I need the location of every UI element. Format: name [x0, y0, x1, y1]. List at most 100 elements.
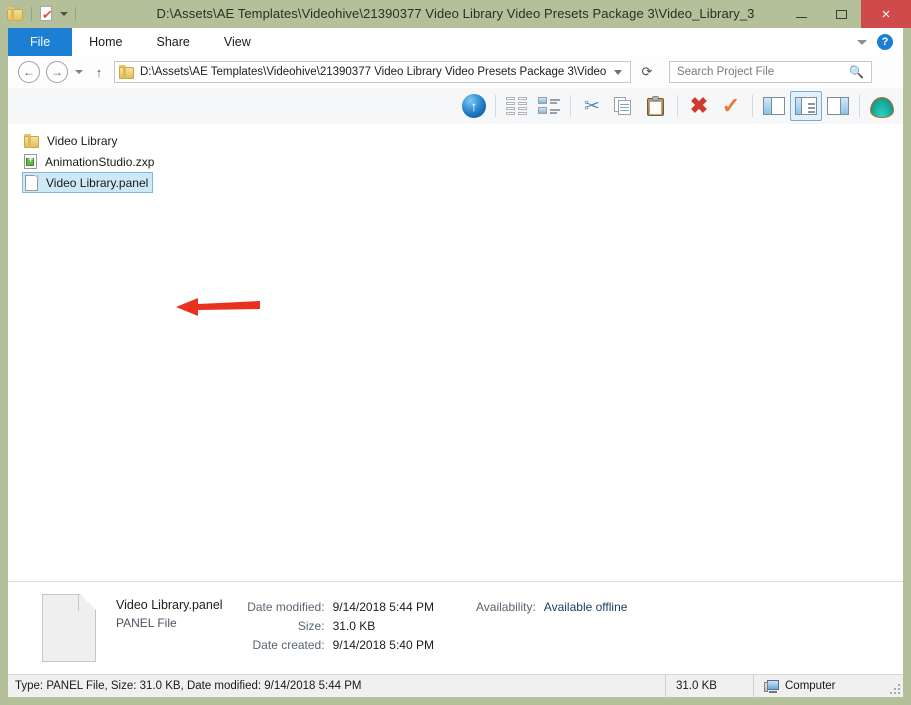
availability-value: Available offline: [543, 600, 628, 614]
list-view-button[interactable]: [501, 91, 533, 121]
copy-icon: [614, 96, 634, 116]
status-location-label: Computer: [785, 680, 836, 692]
address-input[interactable]: D:\Assets\AE Templates\Videohive\2139037…: [114, 61, 631, 83]
status-text: Type: PANEL File, Size: 31.0 KB, Date mo…: [15, 680, 362, 692]
folder-icon[interactable]: [7, 7, 24, 21]
chevron-down-icon[interactable]: [60, 12, 68, 16]
left-arrow-annotation-icon: [176, 298, 260, 316]
scissors-icon: ✂: [584, 95, 600, 117]
pane-left-icon: [763, 97, 785, 115]
cut-button[interactable]: ✂: [576, 91, 608, 121]
search-box[interactable]: Search Project File 🔍: [669, 61, 872, 83]
list-item[interactable]: Video Library: [8, 130, 903, 151]
qat-divider-2: [75, 7, 76, 21]
refresh-button[interactable]: ⟳: [634, 60, 660, 84]
maximize-icon: [835, 9, 847, 19]
details-view-button[interactable]: [533, 91, 565, 121]
file-name: Video Library.panel: [46, 175, 149, 190]
copy-button[interactable]: [608, 91, 640, 121]
blank-file-icon: [25, 174, 39, 191]
tab-home[interactable]: Home: [72, 28, 139, 56]
qat-divider: [31, 7, 32, 21]
file-name: Video Library: [47, 133, 118, 148]
forward-button[interactable]: →: [46, 61, 68, 83]
details-field-row: Date created: 9/14/2018 5:40 PM: [229, 636, 434, 655]
availability-label: Availability:: [475, 600, 536, 614]
minimize-icon: [795, 16, 807, 18]
toolbar-divider-4: [752, 95, 753, 117]
up-arrow-icon: ↑: [95, 64, 103, 80]
status-size: 31.0 KB: [665, 674, 753, 698]
toolbar-divider-2: [570, 95, 571, 117]
details-pane: Video Library.panel PANEL File Date modi…: [8, 581, 903, 674]
close-icon: ×: [881, 5, 891, 23]
details-primary: Video Library.panel PANEL File: [116, 598, 223, 630]
toolbar-divider-3: [677, 95, 678, 117]
search-input[interactable]: Search Project File: [670, 66, 849, 78]
folder-icon: [24, 133, 40, 148]
blank-file-icon-large: [42, 594, 96, 662]
close-button[interactable]: ×: [861, 0, 911, 28]
computer-icon: [764, 679, 779, 693]
chevron-down-icon[interactable]: [857, 39, 867, 45]
tab-share[interactable]: Share: [140, 28, 207, 56]
chevron-down-icon[interactable]: [614, 69, 622, 75]
orange-check-icon: ✓: [721, 93, 741, 118]
quick-access-toolbar: ✓: [0, 6, 83, 23]
red-x-icon: ✖: [689, 93, 709, 118]
minimize-button[interactable]: [781, 0, 821, 28]
upload-button[interactable]: ↑: [458, 91, 490, 121]
toolbar-divider-5: [859, 95, 860, 117]
teal-shell-icon: [870, 96, 894, 118]
paste-button[interactable]: [640, 91, 672, 121]
zxp-file-icon: [24, 153, 38, 170]
status-location: Computer: [753, 674, 903, 698]
tab-view[interactable]: View: [207, 28, 268, 56]
list-item[interactable]: AnimationStudio.zxp: [8, 151, 903, 172]
status-bar: Type: PANEL File, Size: 31.0 KB, Date mo…: [8, 674, 903, 698]
up-button[interactable]: ↑: [90, 65, 108, 80]
delete-button[interactable]: ✖: [683, 91, 715, 121]
pane-layout-both-button[interactable]: [790, 91, 822, 121]
pane-layout-left-button[interactable]: [758, 91, 790, 121]
details-field-row: Date modified: 9/14/2018 5:44 PM: [229, 598, 434, 617]
details-availability: Availability: Available offline: [476, 598, 627, 617]
field-label: Date created:: [252, 638, 325, 652]
field-value: 9/14/2018 5:44 PM: [332, 600, 434, 614]
folder-icon: [119, 65, 135, 79]
clipboard-paste-icon: [647, 96, 665, 116]
properties-checkmark-icon[interactable]: ✓: [39, 6, 54, 23]
back-button[interactable]: ←: [18, 61, 40, 83]
pane-layout-right-button[interactable]: [822, 91, 854, 121]
resize-grip-icon[interactable]: [890, 684, 900, 694]
search-icon[interactable]: 🔍: [849, 65, 864, 79]
file-list-pane[interactable]: Video Library AnimationStudio.zxp Video …: [8, 124, 903, 581]
ribbon-tab-bar: File Home Share View ?: [8, 28, 903, 57]
details-field-row: Size: 31.0 KB: [229, 617, 434, 636]
upload-arrow-icon: ↑: [462, 94, 486, 118]
address-path-text: D:\Assets\AE Templates\Videohive\2139037…: [140, 66, 606, 78]
maximize-button[interactable]: [821, 0, 861, 28]
pane-right-icon: [827, 97, 849, 115]
list-item-selected[interactable]: Video Library.panel: [8, 172, 903, 193]
recent-locations-icon[interactable]: [75, 70, 83, 74]
shell-button[interactable]: [865, 91, 897, 121]
icon-toolbar: ↑ ✂ ✖ ✓: [8, 88, 903, 125]
field-value: 31.0 KB: [332, 619, 376, 633]
refresh-icon: ⟳: [641, 64, 653, 79]
back-arrow-icon: ←: [23, 65, 35, 79]
file-name: AnimationStudio.zxp: [45, 154, 155, 169]
list-view-icon: [506, 97, 528, 115]
field-label: Size:: [297, 619, 325, 633]
toolbar-divider-1: [495, 95, 496, 117]
pane-both-icon: [795, 97, 817, 115]
help-icon[interactable]: ?: [877, 34, 893, 50]
details-fields: Date modified: 9/14/2018 5:44 PM Size: 3…: [229, 598, 434, 655]
details-view-icon: [538, 97, 560, 115]
window-title: D:\Assets\AE Templates\Videohive\2139037…: [156, 6, 755, 21]
tab-file[interactable]: File: [8, 28, 73, 56]
ribbon-right-controls: ?: [857, 28, 903, 56]
details-file-name: Video Library.panel: [116, 598, 223, 612]
title-bar: ✓ D:\Assets\AE Templates\Videohive\21390…: [0, 0, 911, 28]
confirm-button[interactable]: ✓: [715, 91, 747, 121]
